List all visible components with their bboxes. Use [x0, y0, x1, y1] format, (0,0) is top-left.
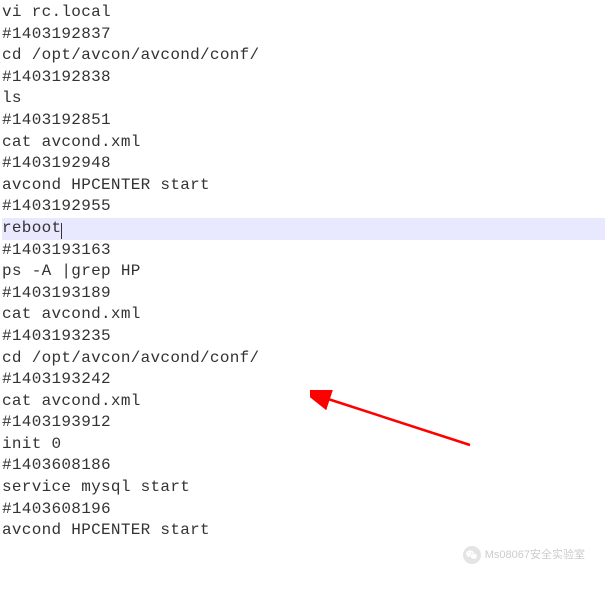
- history-line: cd /opt/avcon/avcond/conf/: [2, 348, 605, 370]
- history-line: cat avcond.xml: [2, 391, 605, 413]
- history-line: avcond HPCENTER start: [2, 175, 605, 197]
- history-line: reboot: [2, 218, 605, 240]
- history-line: #1403192838: [2, 67, 605, 89]
- history-line: init 0: [2, 434, 605, 456]
- history-line: cat avcond.xml: [2, 304, 605, 326]
- history-line: #1403193912: [2, 412, 605, 434]
- history-line: #1403608196: [2, 499, 605, 521]
- history-line: service mysql start: [2, 477, 605, 499]
- history-line: #1403193242: [2, 369, 605, 391]
- history-line: #1403192955: [2, 196, 605, 218]
- watermark-text: Ms08067安全实验室: [485, 548, 585, 563]
- history-line: avcond HPCENTER start: [2, 520, 605, 542]
- history-line: #1403608186: [2, 455, 605, 477]
- history-line: ls: [2, 88, 605, 110]
- history-line: #1403193163: [2, 240, 605, 262]
- history-line: #1403192837: [2, 24, 605, 46]
- terminal-history: vi rc.local#1403192837cd /opt/avcon/avco…: [2, 2, 605, 542]
- wechat-icon: [463, 546, 481, 564]
- history-line: #1403193235: [2, 326, 605, 348]
- history-line: vi rc.local: [2, 2, 605, 24]
- text-cursor: [61, 223, 62, 239]
- watermark: Ms08067安全实验室: [463, 546, 585, 564]
- history-line: #1403192948: [2, 153, 605, 175]
- history-line: ps -A |grep HP: [2, 261, 605, 283]
- history-line: #1403192851: [2, 110, 605, 132]
- history-line: #1403193189: [2, 283, 605, 305]
- history-line: cd /opt/avcon/avcond/conf/: [2, 45, 605, 67]
- history-line: cat avcond.xml: [2, 132, 605, 154]
